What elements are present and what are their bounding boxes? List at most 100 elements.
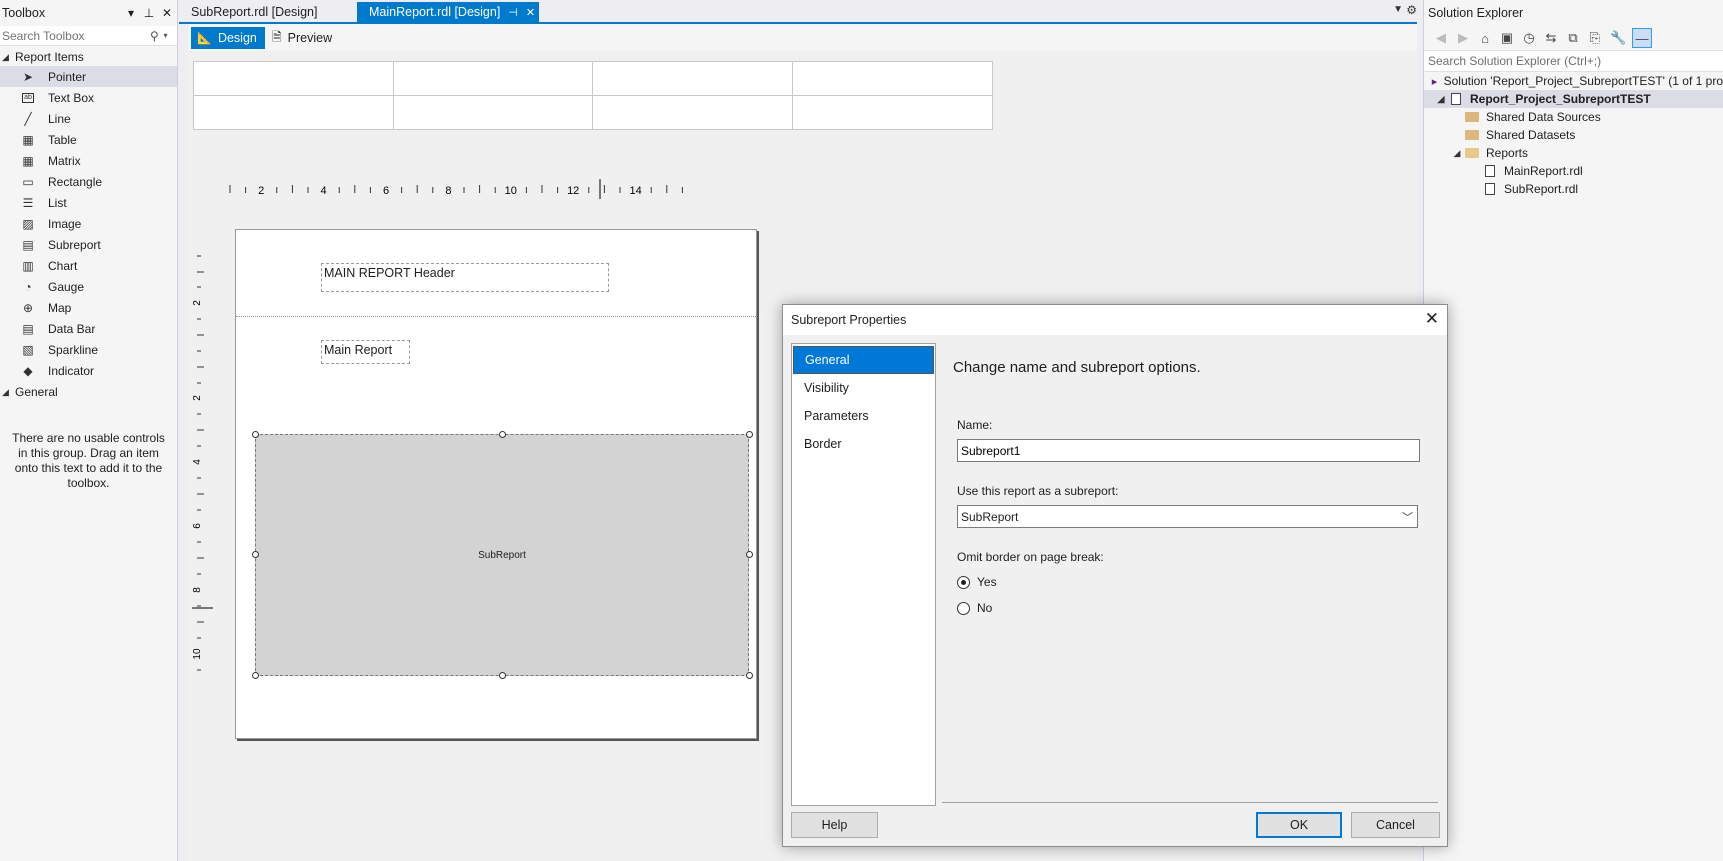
- toolbox-item-label: Data Bar: [48, 321, 96, 336]
- toolbox-item[interactable]: ab Text Box: [0, 87, 177, 108]
- grid-cell[interactable]: [394, 95, 593, 129]
- pending-changes-icon[interactable]: ◷: [1522, 30, 1536, 46]
- preview-view-button[interactable]: 🗎 Preview: [266, 27, 340, 49]
- resize-handle[interactable]: [252, 551, 259, 558]
- solution-node[interactable]: ▸ Solution 'Report_Project_SubreportTEST…: [1424, 72, 1723, 90]
- nav-general[interactable]: General: [793, 346, 934, 374]
- toolbox-item[interactable]: ▭ Rectangle: [0, 171, 177, 192]
- body-textbox[interactable]: Main Report: [321, 340, 410, 364]
- group-report-items[interactable]: ◢ Report Items: [0, 48, 177, 66]
- grid-cell[interactable]: [194, 95, 394, 129]
- nav-border[interactable]: Border: [793, 430, 934, 458]
- tab-subreport-design[interactable]: SubReport.rdl [Design]: [179, 2, 329, 22]
- back-icon[interactable]: ◀: [1434, 30, 1448, 46]
- collapse-triangle-icon: ◢: [2, 51, 9, 62]
- toolbox-item[interactable]: ➤ Pointer: [0, 66, 177, 87]
- toolbox-item[interactable]: ☰ List: [0, 192, 177, 213]
- toolbox-item[interactable]: ◔ Gauge: [0, 276, 177, 297]
- cancel-button[interactable]: Cancel: [1351, 812, 1440, 838]
- pin-icon[interactable]: ⊥: [141, 6, 157, 20]
- group-general[interactable]: ◢ General: [0, 383, 177, 401]
- folder-icon: [1464, 111, 1480, 124]
- chevron-down-icon[interactable]: ▼: [1393, 4, 1403, 15]
- preview-selected-icon[interactable]: —: [1632, 28, 1652, 48]
- toolbox-item[interactable]: ╱ Line: [0, 108, 177, 129]
- resize-handle[interactable]: [746, 672, 753, 679]
- toolbox-item[interactable]: ▦ Table: [0, 129, 177, 150]
- radio-no[interactable]: [957, 601, 970, 615]
- grid-cell[interactable]: [593, 95, 793, 129]
- resize-handle[interactable]: [746, 431, 753, 438]
- nav-visibility[interactable]: Visibility: [793, 374, 934, 402]
- toolbox-item-label: Image: [48, 216, 82, 231]
- toolbox-item[interactable]: ▧ Sparkline: [0, 339, 177, 360]
- resize-handle[interactable]: [252, 672, 259, 679]
- project-node[interactable]: ◢ Report_Project_SubreportTEST: [1424, 90, 1723, 108]
- dialog-nav-list: General Visibility Parameters Border: [791, 343, 936, 806]
- name-input[interactable]: [957, 439, 1420, 462]
- close-icon[interactable]: ✕: [526, 6, 535, 19]
- subreport-control-label: SubReport: [478, 549, 526, 561]
- toolbox-item-label: Indicator: [48, 363, 95, 378]
- toolbox-item-label: Text Box: [48, 90, 95, 105]
- pin-icon[interactable]: ⊣: [508, 6, 518, 19]
- toolbox-item[interactable]: ◆ Indicator: [0, 360, 177, 381]
- switch-views-icon[interactable]: ▣: [1500, 30, 1514, 46]
- ok-button[interactable]: OK: [1256, 812, 1342, 838]
- resize-handle[interactable]: [499, 431, 506, 438]
- close-icon[interactable]: ✕: [159, 6, 175, 20]
- toolbox-item[interactable]: ▦ Matrix: [0, 150, 177, 171]
- grid-cell[interactable]: [393, 62, 593, 96]
- dropdown-icon[interactable]: ▾: [123, 6, 139, 20]
- help-button[interactable]: Help: [791, 812, 878, 838]
- solution-explorer-search[interactable]: Search Solution Explorer (Ctrl+;): [1424, 50, 1723, 72]
- sparkline-icon: ▧: [22, 342, 34, 357]
- toolbox-item[interactable]: ⊕ Map: [0, 297, 177, 318]
- chevron-down-icon[interactable]: ▾: [164, 31, 178, 40]
- nav-parameters[interactable]: Parameters: [793, 402, 934, 430]
- tab-mainreport-design[interactable]: MainReport.rdl [Design] ⊣ ✕: [357, 2, 540, 22]
- shared-datasets-node[interactable]: Shared Datasets: [1424, 126, 1723, 144]
- toolbox-item[interactable]: ▥ Chart: [0, 255, 177, 276]
- report-select[interactable]: SubReport ﹀: [957, 505, 1418, 528]
- header-textbox[interactable]: MAIN REPORT Header: [321, 263, 609, 292]
- sync-icon[interactable]: ⇆: [1544, 30, 1558, 46]
- toolbox-item[interactable]: ▤ Subreport: [0, 234, 177, 255]
- ruler-tick-label: 2: [192, 300, 203, 306]
- list-icon: ☰: [22, 195, 34, 210]
- toolbox-item[interactable]: ▤ Data Bar: [0, 318, 177, 339]
- collapse-all-icon[interactable]: ⧉: [1566, 30, 1580, 46]
- subreport-properties-dialog: Subreport Properties ✕ General Visibilit…: [782, 304, 1448, 847]
- shared-data-sources-node[interactable]: Shared Data Sources: [1424, 108, 1723, 126]
- radio-yes[interactable]: [957, 575, 970, 589]
- properties-icon[interactable]: 🔧: [1610, 30, 1626, 46]
- expand-triangle-icon[interactable]: ◢: [1434, 94, 1448, 105]
- reports-folder-node[interactable]: ◢ Reports: [1424, 144, 1723, 162]
- use-report-label: Use this report as a subreport:: [957, 484, 1119, 498]
- forward-icon[interactable]: ▶: [1456, 30, 1470, 46]
- resize-handle[interactable]: [499, 672, 506, 679]
- resize-handle[interactable]: [746, 551, 753, 558]
- search-icon[interactable]: ⚲: [150, 29, 164, 43]
- toolbox-item-label: Gauge: [48, 279, 85, 294]
- file-node-mainreport[interactable]: MainReport.rdl: [1424, 162, 1723, 180]
- grid-cell[interactable]: [793, 96, 993, 130]
- close-icon[interactable]: ✕: [1425, 309, 1439, 329]
- report-page: MAIN REPORT Header Main Report SubReport: [235, 229, 757, 739]
- resize-handle[interactable]: [252, 431, 259, 438]
- radio-no-row[interactable]: No: [957, 601, 992, 615]
- ruler-tick-label: 2: [192, 395, 203, 401]
- grid-cell[interactable]: [593, 62, 793, 96]
- expand-triangle-icon[interactable]: ◢: [1450, 148, 1464, 159]
- radio-yes-row[interactable]: Yes: [957, 575, 997, 589]
- home-icon[interactable]: ⌂: [1478, 31, 1492, 46]
- toolbox-item[interactable]: ▨ Image: [0, 213, 177, 234]
- show-all-files-icon[interactable]: ⎘: [1588, 30, 1602, 46]
- toolbox-search-input[interactable]: [0, 25, 150, 46]
- grid-cell[interactable]: [792, 62, 992, 96]
- file-node-subreport[interactable]: SubReport.rdl: [1424, 180, 1723, 198]
- gear-icon[interactable]: ⚙: [1406, 3, 1417, 17]
- toolbox-item-list: ➤ Pointer ab Text Box ╱ Line ▦ Table ▦ Matrix ▭ Rec…: [0, 66, 177, 381]
- subreport-control[interactable]: SubReport: [255, 434, 749, 676]
- grid-cell[interactable]: [194, 62, 394, 96]
